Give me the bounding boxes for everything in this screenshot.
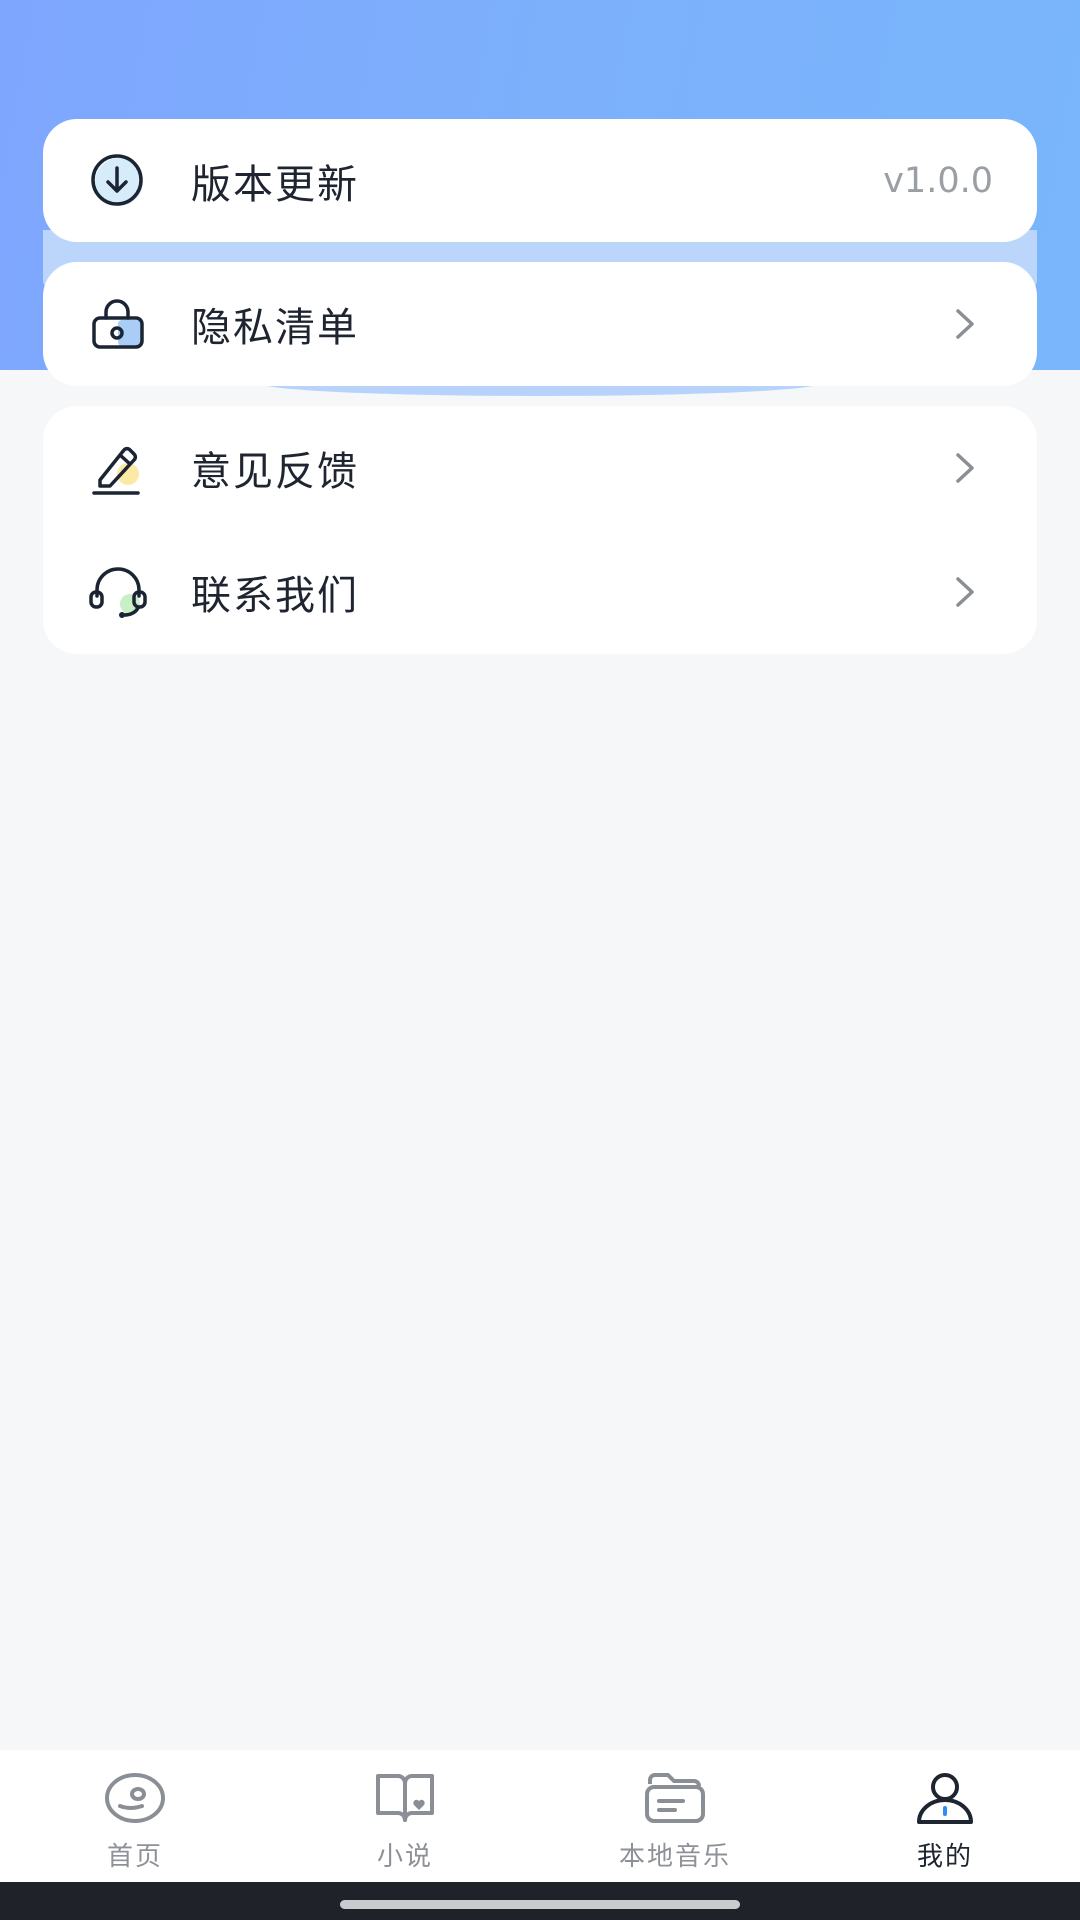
- tab-local-music-label: 本地音乐: [618, 1842, 731, 1872]
- download-circle-icon: [88, 151, 148, 211]
- pen-edit-icon: [88, 438, 148, 498]
- home-gesture-handle[interactable]: [340, 1900, 740, 1909]
- tab-home-label: 首页: [106, 1842, 163, 1872]
- chevron-right-icon: [953, 450, 977, 486]
- version-update-card[interactable]: 版本更新 v1.0.0: [43, 119, 1037, 242]
- system-navigation-bar: [0, 1882, 1080, 1920]
- book-heart-icon: [372, 1770, 438, 1826]
- profile-page: 版本更新 v1.0.0 隐私清单 意见反馈 联系我们 首页 小说 本地音乐 我的: [0, 0, 1080, 1920]
- tab-mine-label: 我的: [916, 1842, 973, 1872]
- feedback-label: 意见反馈: [191, 449, 359, 495]
- tab-local-music[interactable]: 本地音乐: [540, 1750, 810, 1882]
- support-card: 意见反馈 联系我们: [43, 406, 1037, 654]
- privacy-list-card[interactable]: 隐私清单: [43, 262, 1037, 386]
- contact-us-row[interactable]: 联系我们: [43, 530, 1037, 654]
- version-update-row[interactable]: 版本更新 v1.0.0: [43, 119, 1037, 242]
- chevron-right-icon: [953, 574, 977, 610]
- headset-icon: [88, 562, 148, 622]
- feedback-row[interactable]: 意见反馈: [43, 406, 1037, 530]
- user-icon: [912, 1770, 978, 1826]
- version-number: v1.0.0: [883, 160, 993, 201]
- tab-novel[interactable]: 小说: [270, 1750, 540, 1882]
- lock-bag-icon: [88, 294, 148, 354]
- chevron-right-icon: [953, 306, 977, 342]
- tab-home[interactable]: 首页: [0, 1750, 270, 1882]
- folder-icon: [642, 1770, 708, 1826]
- contact-us-label: 联系我们: [191, 573, 359, 619]
- bottom-tab-bar: 首页 小说 本地音乐 我的: [0, 1750, 1080, 1882]
- version-update-label: 版本更新: [191, 161, 359, 208]
- disc-icon: [102, 1770, 168, 1826]
- privacy-list-label: 隐私清单: [191, 305, 359, 351]
- tab-novel-label: 小说: [376, 1842, 433, 1872]
- privacy-list-row[interactable]: 隐私清单: [43, 262, 1037, 386]
- tab-mine[interactable]: 我的: [810, 1750, 1080, 1882]
